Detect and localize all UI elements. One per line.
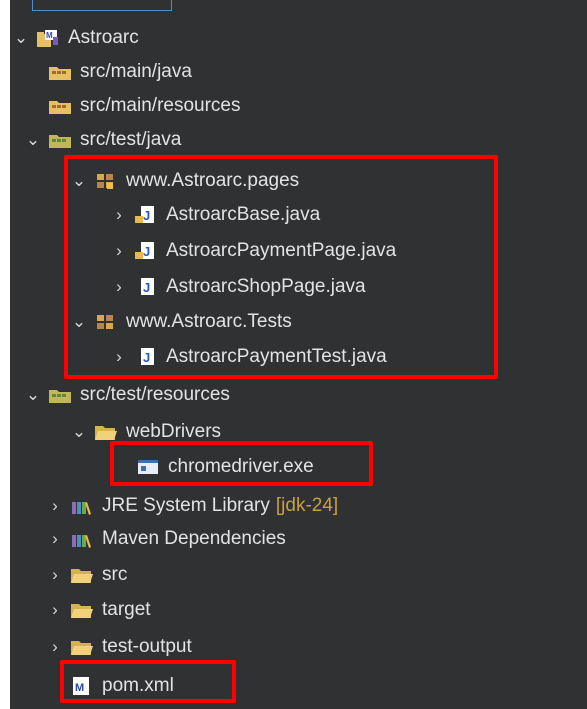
tree-item-src[interactable]: › src xyxy=(46,558,127,592)
maven-project-icon: M xyxy=(36,28,60,48)
library-icon xyxy=(70,529,94,549)
package-folder-icon xyxy=(48,385,72,405)
tree-item-decoration: [jdk-24] xyxy=(275,495,339,516)
tree-item-label: AstroarcShopPage.java xyxy=(166,276,366,297)
project-explorer-tree: ⌄ M Astroarc src/main/java src/main/reso… xyxy=(10,0,587,709)
tree-item-label: www.Astroarc.pages xyxy=(126,170,300,191)
tree-item-src-test-resources[interactable]: ⌄ src/test/resources xyxy=(24,378,230,412)
svg-text:J: J xyxy=(143,244,150,259)
svg-text:J: J xyxy=(143,280,150,295)
tree-item-project[interactable]: ⌄ M Astroarc xyxy=(12,21,139,55)
chevron-down-icon[interactable]: ⌄ xyxy=(24,385,42,405)
tree-item-label: src xyxy=(102,564,128,585)
tree-item-label: www.Astroarc.Tests xyxy=(126,311,292,332)
svg-text:M: M xyxy=(46,31,53,40)
tree-item-label: pom.xml xyxy=(102,675,174,696)
package-folder-icon xyxy=(48,130,72,150)
chevron-down-icon[interactable]: ⌄ xyxy=(70,422,88,442)
chevron-down-icon[interactable]: ⌄ xyxy=(12,28,30,48)
tree-item-astroarc-base[interactable]: › J AstroarcBase.java xyxy=(110,198,320,232)
tree-item-label: src/main/java xyxy=(80,61,192,82)
tree-item-src-main-java[interactable]: src/main/java xyxy=(48,55,192,89)
svg-text:J: J xyxy=(143,208,150,223)
folder-open-icon xyxy=(94,422,118,442)
chevron-down-icon[interactable]: ⌄ xyxy=(70,312,88,332)
tree-item-label: JRE System Library xyxy=(102,495,270,516)
tree-item-astroarc-shop-page[interactable]: › J AstroarcShopPage.java xyxy=(110,270,366,304)
maven-file-icon: M xyxy=(70,676,94,696)
tree-item-label: src/test/resources xyxy=(80,384,230,405)
package-folder-icon xyxy=(48,62,72,82)
package-folder-icon xyxy=(48,96,72,116)
tree-item-src-test-java[interactable]: ⌄ src/test/java xyxy=(24,123,182,157)
chevron-right-icon[interactable]: › xyxy=(110,241,128,261)
tree-item-label: test-output xyxy=(102,636,192,657)
tree-item-webdrivers[interactable]: ⌄ webDrivers xyxy=(70,415,221,449)
tree-item-astroarc-payment-test[interactable]: › J AstroarcPaymentTest.java xyxy=(110,340,387,374)
tree-item-label: Astroarc xyxy=(68,27,139,48)
tree-item-pkg-pages[interactable]: ⌄ www.Astroarc.pages xyxy=(70,164,299,198)
java-file-icon: J xyxy=(134,205,158,225)
chevron-right-icon[interactable]: › xyxy=(110,205,128,225)
tree-item-label: AstroarcPaymentTest.java xyxy=(166,346,387,367)
chevron-right-icon[interactable]: › xyxy=(46,600,64,620)
toolbar-remnant xyxy=(32,0,172,11)
chevron-right-icon[interactable]: › xyxy=(110,277,128,297)
tree-item-pkg-tests[interactable]: ⌄ www.Astroarc.Tests xyxy=(70,305,292,339)
tree-item-label: webDrivers xyxy=(126,421,222,442)
tree-item-label: chromedriver.exe xyxy=(168,456,314,477)
exe-file-icon xyxy=(136,457,160,477)
tree-item-chromedriver[interactable]: chromedriver.exe xyxy=(136,450,314,484)
tree-item-jre-lib[interactable]: › JRE System Library [jdk-24] xyxy=(46,489,338,523)
svg-text:J: J xyxy=(143,350,150,365)
chevron-right-icon[interactable]: › xyxy=(110,347,128,367)
tree-item-label: AstroarcBase.java xyxy=(166,204,321,225)
tree-item-maven-deps[interactable]: › Maven Dependencies xyxy=(46,522,286,556)
svg-text:M: M xyxy=(75,682,84,694)
folder-icon xyxy=(70,600,94,620)
java-file-icon: J xyxy=(134,347,158,367)
tree-item-target[interactable]: › target xyxy=(46,593,151,627)
package-icon xyxy=(94,312,118,332)
chevron-down-icon[interactable]: ⌄ xyxy=(24,130,42,150)
tree-item-test-output[interactable]: › test-output xyxy=(46,630,192,664)
tree-item-label: src/test/java xyxy=(80,129,182,150)
chevron-right-icon[interactable]: › xyxy=(46,637,64,657)
tree-item-label: Maven Dependencies xyxy=(102,528,286,549)
library-icon xyxy=(70,496,94,516)
chevron-right-icon[interactable]: › xyxy=(46,529,64,549)
tree-item-label: src/main/resources xyxy=(80,95,241,116)
tree-item-label: target xyxy=(102,599,151,620)
package-icon xyxy=(94,171,118,191)
tree-item-label: AstroarcPaymentPage.java xyxy=(166,240,397,261)
tree-item-src-main-resources[interactable]: src/main/resources xyxy=(48,89,241,123)
chevron-right-icon[interactable]: › xyxy=(46,565,64,585)
chevron-right-icon[interactable]: › xyxy=(46,496,64,516)
chevron-down-icon[interactable]: ⌄ xyxy=(70,171,88,191)
java-file-icon: J xyxy=(134,241,158,261)
folder-icon xyxy=(70,565,94,585)
folder-icon xyxy=(70,637,94,657)
tree-item-astroarc-payment-page[interactable]: › J AstroarcPaymentPage.java xyxy=(110,234,396,268)
tree-item-pom[interactable]: M pom.xml xyxy=(70,669,174,703)
java-file-icon: J xyxy=(134,277,158,297)
